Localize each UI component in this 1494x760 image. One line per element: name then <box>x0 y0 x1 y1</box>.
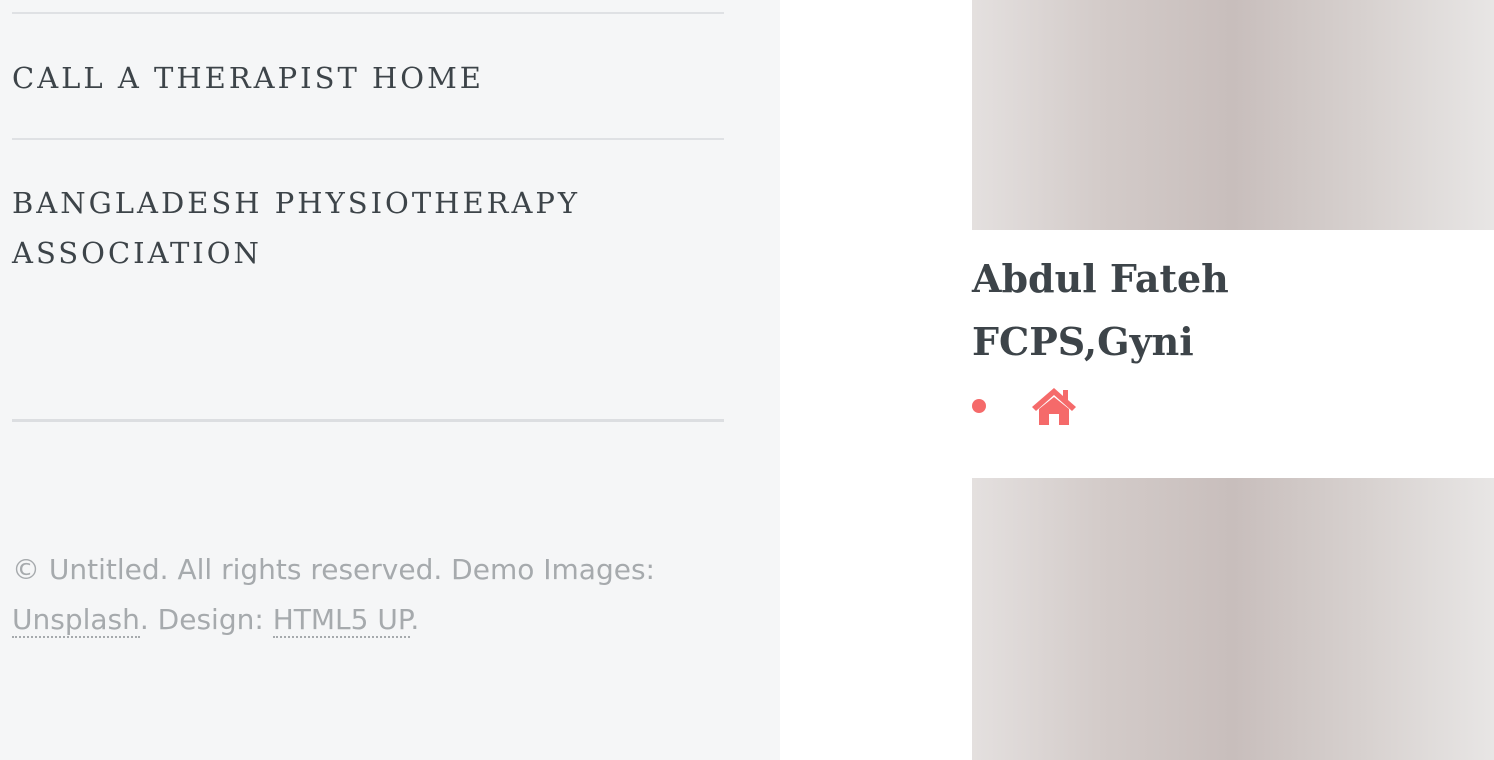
main-content: Abdul Fateh FCPS,Gyni <box>780 0 1494 760</box>
html5up-link[interactable]: HTML5 UP <box>272 603 411 638</box>
doctor-photo[interactable] <box>972 0 1494 230</box>
doctor-degree: FCPS,Gyni <box>972 319 1194 364</box>
sidebar: CALL A THERAPIST HOME BANGLADESH PHYSIOT… <box>0 0 780 760</box>
menu-item-call-a-therapist-home[interactable]: CALL A THERAPIST HOME <box>12 53 712 103</box>
doctor-name: Abdul Fateh <box>972 256 1229 301</box>
unsplash-link[interactable]: Unsplash <box>12 603 140 638</box>
section-divider <box>12 419 724 422</box>
home-icon-svg <box>1032 388 1076 425</box>
home-icon[interactable] <box>1030 386 1078 426</box>
page: CALL A THERAPIST HOME BANGLADESH PHYSIOT… <box>0 0 1494 760</box>
bullet-icon <box>972 399 986 413</box>
footer-copyright: © Untitled. All rights reserved. Demo Im… <box>12 545 712 645</box>
menu-divider <box>12 138 724 140</box>
footer-middle: . Design: <box>139 603 273 636</box>
menu-divider <box>12 12 724 14</box>
footer-suffix: . <box>410 603 420 636</box>
footer-prefix: © Untitled. All rights reserved. Demo Im… <box>12 553 655 586</box>
doctor-photo[interactable] <box>972 478 1494 760</box>
card-icons <box>972 384 1078 428</box>
menu-item-bangladesh-physiotherapy-association[interactable]: BANGLADESH PHYSIOTHERAPY ASSOCIATION <box>12 178 712 278</box>
